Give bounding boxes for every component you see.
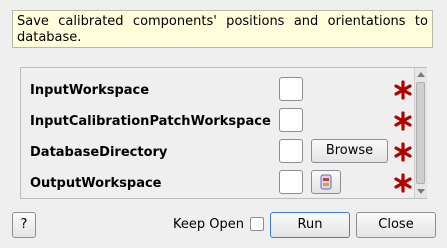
property-label: InputWorkspace: [30, 83, 150, 98]
scroll-up-arrow-icon[interactable]: [417, 72, 425, 77]
asterisk-icon: [394, 111, 412, 131]
keep-open-checkbox[interactable]: [250, 217, 264, 231]
asterisk-icon: [394, 173, 412, 193]
run-button[interactable]: Run: [270, 212, 350, 238]
workspace-icon: [320, 174, 332, 190]
vertical-scrollbar[interactable]: [414, 68, 427, 198]
output-workspace-field[interactable]: [279, 170, 303, 194]
input-workspace-field[interactable]: [279, 77, 303, 101]
property-label: OutputWorkspace: [30, 176, 162, 191]
property-row-input-workspace: InputWorkspace: [21, 77, 412, 105]
close-button[interactable]: Close: [356, 212, 436, 238]
help-button[interactable]: ?: [12, 212, 36, 238]
keep-open-label: Keep Open: [173, 217, 244, 232]
workspace-select-button[interactable]: [311, 170, 341, 194]
property-row-output-workspace: OutputWorkspace: [21, 170, 412, 198]
browse-button[interactable]: Browse: [311, 139, 388, 163]
scrollbar-thumb[interactable]: [416, 82, 425, 184]
database-directory-field[interactable]: [279, 139, 303, 163]
scroll-down-arrow-icon[interactable]: [417, 189, 425, 194]
algorithm-description: Save calibrated components' positions an…: [12, 10, 433, 48]
property-row-input-calibration-patch-workspace: InputCalibrationPatchWorkspace: [21, 108, 412, 136]
asterisk-icon: [394, 80, 412, 100]
input-calibration-patch-workspace-field[interactable]: [279, 108, 303, 132]
asterisk-icon: [394, 142, 412, 162]
property-label: DatabaseDirectory: [30, 145, 168, 160]
property-row-database-directory: DatabaseDirectory Browse: [21, 139, 412, 167]
property-label: InputCalibrationPatchWorkspace: [30, 114, 271, 129]
properties-panel: InputWorkspace InputCalibrationPatchWork…: [20, 67, 427, 199]
